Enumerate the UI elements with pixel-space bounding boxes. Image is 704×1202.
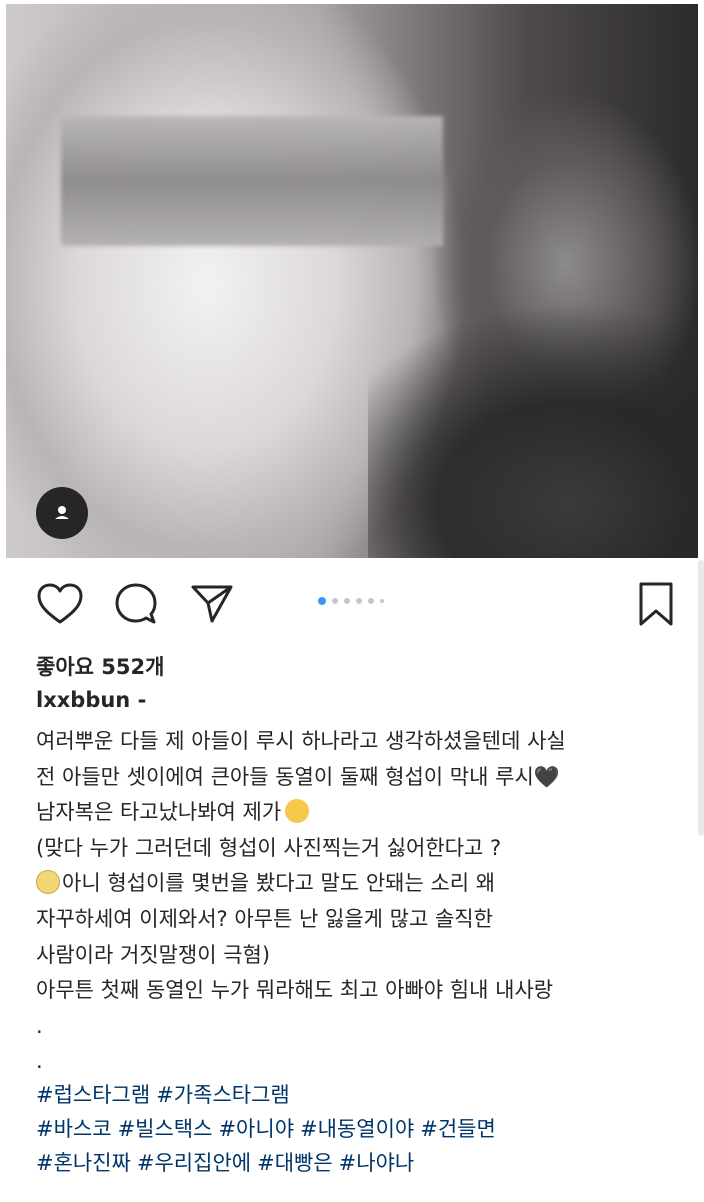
post-caption: 여러뿌운 다들 제 아들이 루시 하나라고 생각하셨을텐데 사실 전 아들만 셋… (36, 724, 686, 1080)
comment-button[interactable] (110, 578, 162, 630)
hashtag-list: #럽스타그램 #가족스타그램 #바스코 #빌스택스 #아니야 #내동열이야 #건들면 #혼… (36, 1078, 502, 1180)
hugging-face-emoji (285, 799, 310, 824)
caption-line: 남자복은 타고났나봐여 제가 (36, 795, 686, 831)
caption-line: 자꾸하세여 이제와서? 아무튼 난 잃을게 많고 솔직한 (36, 906, 493, 931)
caption-line: 아무튼 첫째 동열인 누가 뭐라해도 최고 아빠야 힘내 내사랑 (36, 978, 554, 1003)
bookmark-icon (639, 582, 673, 626)
hashtag-row: #바스코 #빌스택스 #아니야 #내동열이야 #건들면 (36, 1112, 502, 1146)
username-suffix: - (130, 688, 147, 712)
hashtag-link[interactable]: #바스코 (36, 1117, 112, 1141)
caption-line: . (36, 1013, 43, 1038)
carousel-dot (380, 599, 384, 603)
hashtag-link[interactable]: #건들면 (420, 1117, 496, 1141)
caption-line: . (36, 1049, 43, 1074)
caption-line: 여러뿌운 다들 제 아들이 루시 하나라고 생각하셨을텐데 사실 (36, 729, 566, 753)
heart-outline-icon (37, 583, 83, 624)
hashtag-link[interactable]: #빌스택스 (118, 1117, 213, 1141)
post-author: lxxbbun - (36, 688, 146, 712)
hashtag-link[interactable]: #럽스타그램 (36, 1083, 150, 1107)
paper-plane-icon (191, 585, 233, 623)
hashtag-link[interactable]: #내동열이야 (300, 1117, 414, 1141)
rolling-eyes-emoji (36, 870, 60, 895)
caption-line: (맞다 누가 그러던데 형섭이 사진찍는거 싫어한다고 ? (36, 835, 502, 860)
caption-line: 아니 형섭이를 몇번을 봤다고 말도 안돼는 소리 왜 (36, 866, 686, 902)
hashtag-link[interactable]: #혼나진짜 (36, 1151, 131, 1175)
hashtag-row: #럽스타그램 #가족스타그램 (36, 1078, 502, 1112)
carousel-dot (332, 598, 338, 604)
hashtag-link[interactable]: #대빵은 (257, 1151, 333, 1175)
black-heart-emoji: 🖤 (533, 764, 560, 789)
carousel-indicator (318, 597, 384, 605)
hashtag-link[interactable]: #우리집안에 (137, 1151, 251, 1175)
likes-count[interactable]: 좋아요 552개 (36, 651, 164, 681)
carousel-dot (356, 598, 362, 604)
post-photo[interactable] (6, 4, 698, 558)
blurred-eyes-region (61, 116, 443, 246)
carousel-dot (368, 598, 374, 604)
hashtag-link[interactable]: #아니야 (218, 1117, 294, 1141)
user-tag-button[interactable] (36, 487, 88, 539)
user-tag-icon (55, 506, 69, 519)
share-button[interactable] (186, 578, 238, 630)
hashtag-row: #혼나진짜 #우리집안에 #대빵은 #나야나 (36, 1146, 502, 1180)
carousel-dot (344, 598, 350, 604)
carousel-dot (318, 597, 326, 605)
hashtag-link[interactable]: #가족스타그램 (156, 1083, 290, 1107)
save-button[interactable] (630, 578, 682, 630)
caption-line: 전 아들만 셋이에여 큰아들 동열이 둘째 형섭이 막내 루시🖤 (36, 764, 560, 789)
username-link[interactable]: lxxbbun (36, 688, 130, 712)
photo-shadow (368, 304, 698, 558)
comment-bubble-icon (115, 583, 157, 624)
like-button[interactable] (34, 578, 86, 630)
hashtag-link[interactable]: #나야나 (339, 1151, 415, 1175)
caption-line: 사람이라 거짓말쟁이 극혐) (36, 942, 271, 967)
